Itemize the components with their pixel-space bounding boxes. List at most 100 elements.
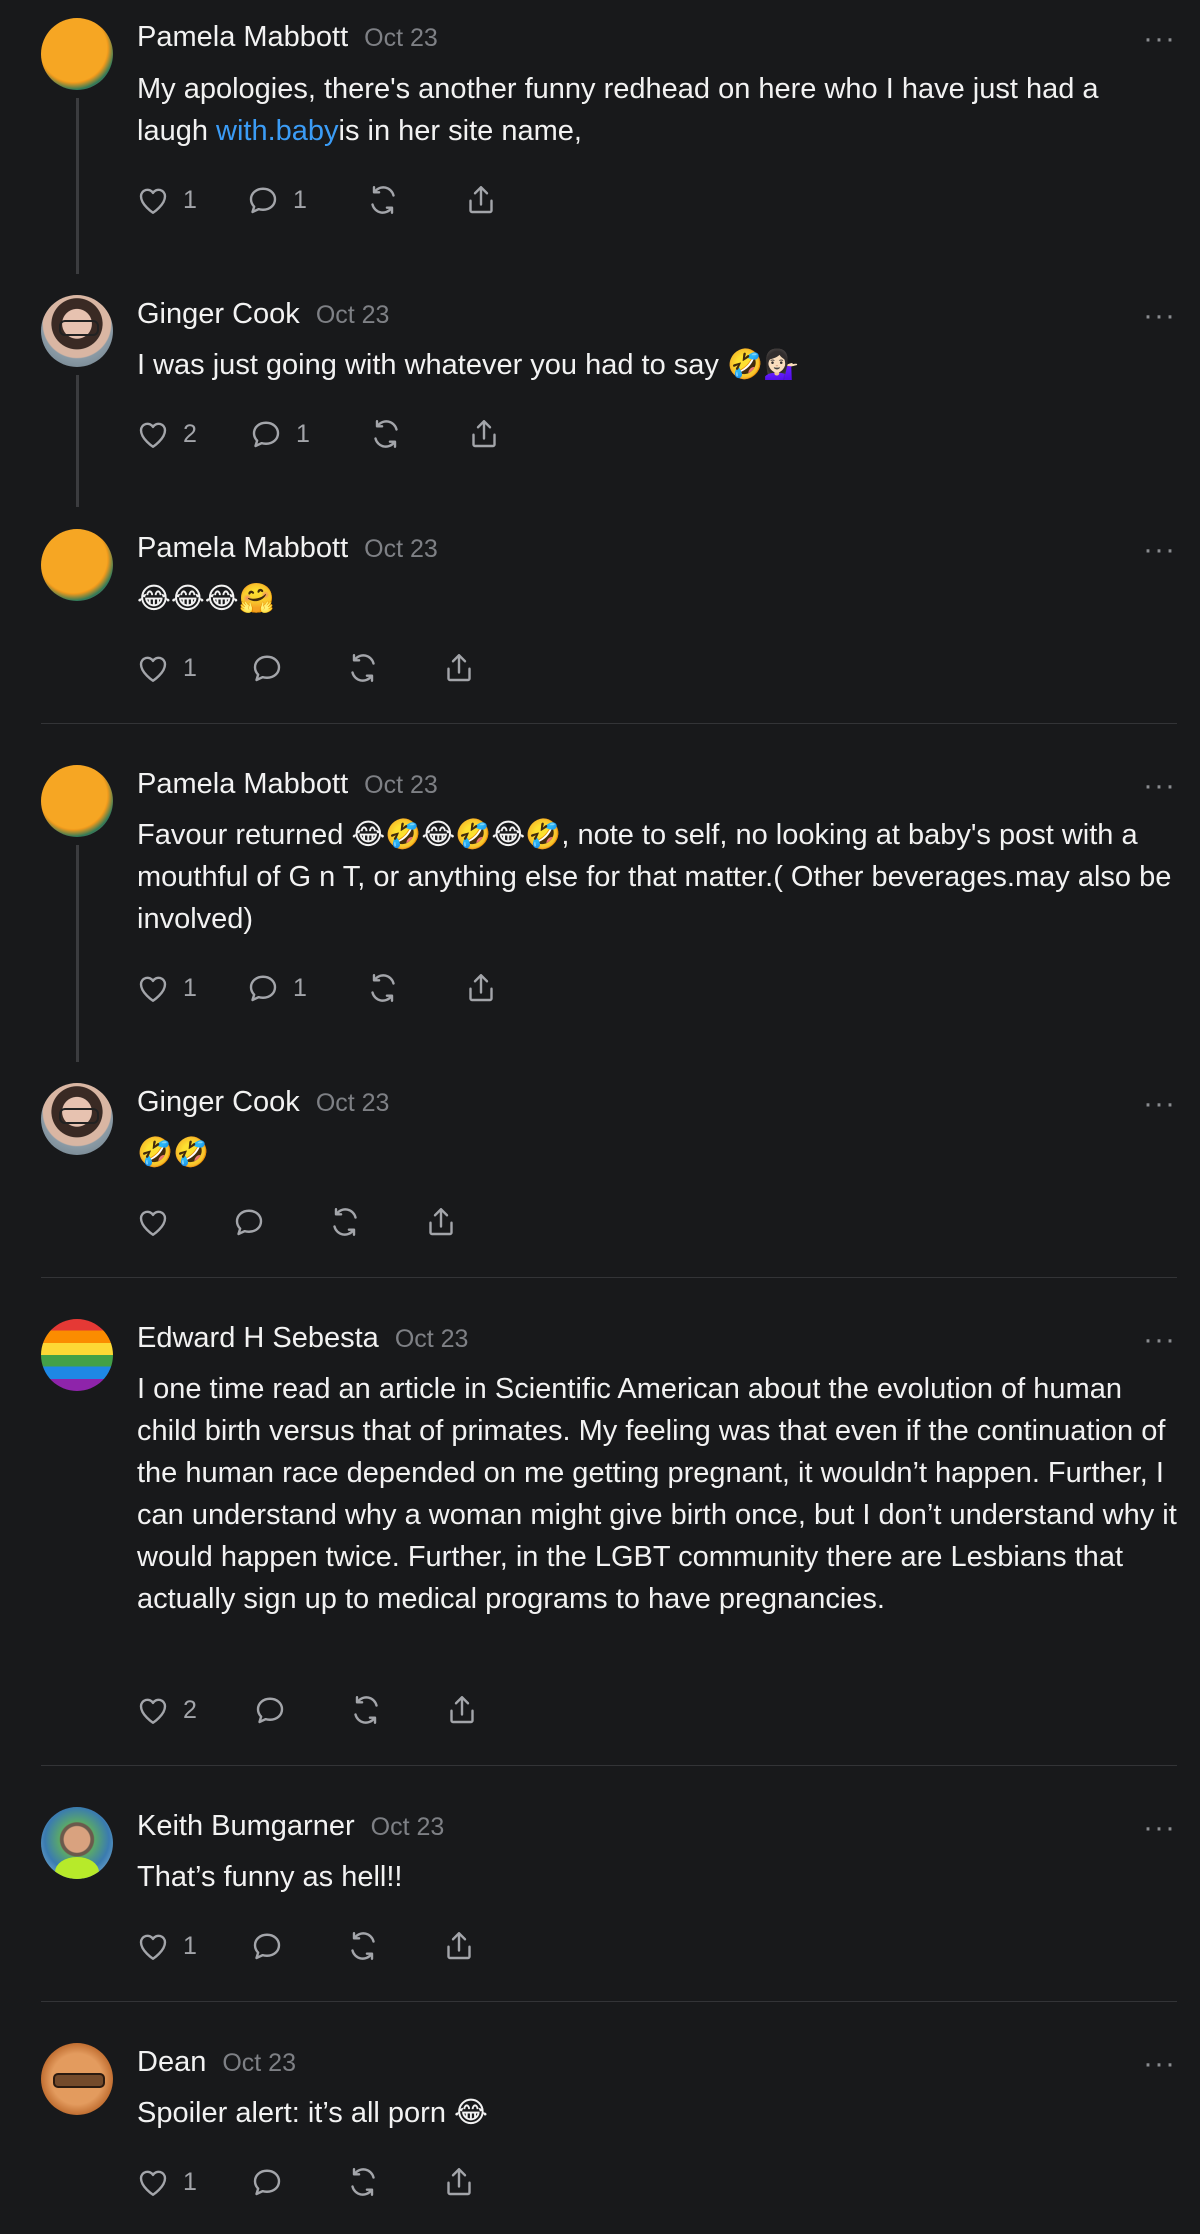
share-icon: [469, 974, 493, 1002]
repost-icon: [351, 1932, 375, 1960]
heart-icon: [139, 1698, 167, 1724]
like-button[interactable]: 1: [135, 650, 249, 686]
action-bar: 1 1: [135, 180, 499, 220]
repost-icon: [351, 654, 375, 682]
like-button[interactable]: 1: [135, 182, 245, 218]
post-date[interactable]: Oct 23: [316, 301, 390, 329]
post-link[interactable]: with.baby: [216, 115, 339, 147]
action-bar: 1: [135, 2162, 477, 2202]
repost-button[interactable]: [365, 970, 463, 1006]
heart-icon: [139, 2170, 167, 2196]
author-name[interactable]: Pamela Mabbott: [137, 21, 348, 53]
action-bar: 2: [135, 1690, 480, 1730]
divider: [41, 1277, 1177, 1278]
post-date[interactable]: Oct 23: [364, 535, 438, 563]
post-date[interactable]: Oct 23: [371, 1813, 445, 1841]
author-name[interactable]: Pamela Mabbott: [137, 532, 348, 564]
heart-icon: [139, 1210, 167, 1236]
share-button[interactable]: [466, 416, 502, 452]
post-text: Spoiler alert: it’s all porn 😂: [137, 2097, 488, 2129]
comment-icon: [253, 655, 281, 682]
repost-icon: [371, 186, 395, 214]
reply-button[interactable]: 1: [245, 182, 365, 218]
repost-icon: [371, 974, 395, 1002]
share-icon: [447, 654, 471, 682]
post-date[interactable]: Oct 23: [316, 1089, 390, 1117]
share-icon: [429, 1208, 453, 1236]
more-icon[interactable]: ···: [1143, 301, 1176, 331]
share-icon: [447, 2168, 471, 2196]
more-icon[interactable]: ···: [1143, 1813, 1176, 1843]
share-button[interactable]: [441, 2164, 477, 2200]
author-name[interactable]: Pamela Mabbott: [137, 768, 348, 800]
share-button[interactable]: [463, 970, 499, 1006]
avatar[interactable]: [41, 18, 113, 90]
share-button[interactable]: [444, 1692, 480, 1728]
avatar[interactable]: [41, 529, 113, 601]
avatar[interactable]: [41, 1807, 113, 1879]
repost-icon: [374, 420, 398, 448]
glasses-shape: [59, 320, 99, 336]
share-button[interactable]: [463, 182, 499, 218]
reply-button[interactable]: 1: [248, 416, 368, 452]
post-header: Keith Bumgarner Oct 23: [137, 1810, 444, 1843]
reply-button[interactable]: [249, 650, 345, 686]
like-count: 1: [183, 653, 197, 682]
repost-button[interactable]: [365, 182, 463, 218]
share-button[interactable]: [441, 650, 477, 686]
avatar[interactable]: [41, 2043, 113, 2115]
action-bar: 1 1: [135, 968, 499, 1008]
reply-button[interactable]: 1: [245, 970, 365, 1006]
share-button[interactable]: [441, 1928, 477, 1964]
author-name[interactable]: Ginger Cook: [137, 1086, 300, 1118]
share-icon: [472, 420, 496, 448]
repost-button[interactable]: [345, 2164, 441, 2200]
post-header: Ginger Cook Oct 23: [137, 298, 389, 331]
share-button[interactable]: [423, 1204, 459, 1240]
action-bar: 1: [135, 648, 477, 688]
more-icon[interactable]: ···: [1143, 1325, 1176, 1355]
post-date[interactable]: Oct 23: [395, 1325, 469, 1353]
like-button[interactable]: 2: [135, 1692, 252, 1728]
more-icon[interactable]: ···: [1143, 2049, 1176, 2079]
like-count: 1: [183, 973, 197, 1002]
like-button[interactable]: 1: [135, 1928, 249, 1964]
action-bar: [135, 1202, 459, 1242]
repost-button[interactable]: [348, 1692, 444, 1728]
comment-icon: [235, 1209, 263, 1236]
repost-button[interactable]: [345, 1928, 441, 1964]
like-button[interactable]: 2: [135, 416, 248, 452]
more-icon[interactable]: ···: [1143, 771, 1176, 801]
author-name[interactable]: Dean: [137, 2046, 206, 2078]
author-name[interactable]: Keith Bumgarner: [137, 1810, 355, 1842]
repost-button[interactable]: [327, 1204, 423, 1240]
more-icon[interactable]: ···: [1143, 535, 1176, 565]
glasses-shape: [59, 1108, 99, 1124]
post-text: I one time read an article in Scientific…: [137, 1373, 1177, 1615]
like-button[interactable]: 1: [135, 970, 245, 1006]
post-header: Dean Oct 23: [137, 2046, 296, 2079]
post-date[interactable]: Oct 23: [364, 24, 438, 52]
post-date[interactable]: Oct 23: [364, 771, 438, 799]
reply-button[interactable]: [249, 2164, 345, 2200]
author-name[interactable]: Ginger Cook: [137, 298, 300, 330]
author-name[interactable]: Edward H Sebesta: [137, 1322, 379, 1354]
heart-icon: [139, 976, 167, 1002]
like-button[interactable]: [135, 1204, 231, 1240]
heart-icon: [139, 656, 167, 682]
reply-button[interactable]: [231, 1204, 327, 1240]
post-header: Pamela Mabbott Oct 23: [137, 532, 438, 565]
avatar[interactable]: [41, 1083, 113, 1155]
more-icon[interactable]: ···: [1143, 24, 1176, 54]
avatar[interactable]: [41, 1319, 113, 1391]
avatar[interactable]: [41, 295, 113, 367]
repost-button[interactable]: [368, 416, 466, 452]
post-date[interactable]: Oct 23: [222, 2049, 296, 2077]
reply-button[interactable]: [252, 1692, 348, 1728]
like-button[interactable]: 1: [135, 2164, 249, 2200]
repost-button[interactable]: [345, 650, 441, 686]
repost-icon: [333, 1208, 357, 1236]
more-icon[interactable]: ···: [1143, 1089, 1176, 1119]
reply-button[interactable]: [249, 1928, 345, 1964]
avatar[interactable]: [41, 765, 113, 837]
